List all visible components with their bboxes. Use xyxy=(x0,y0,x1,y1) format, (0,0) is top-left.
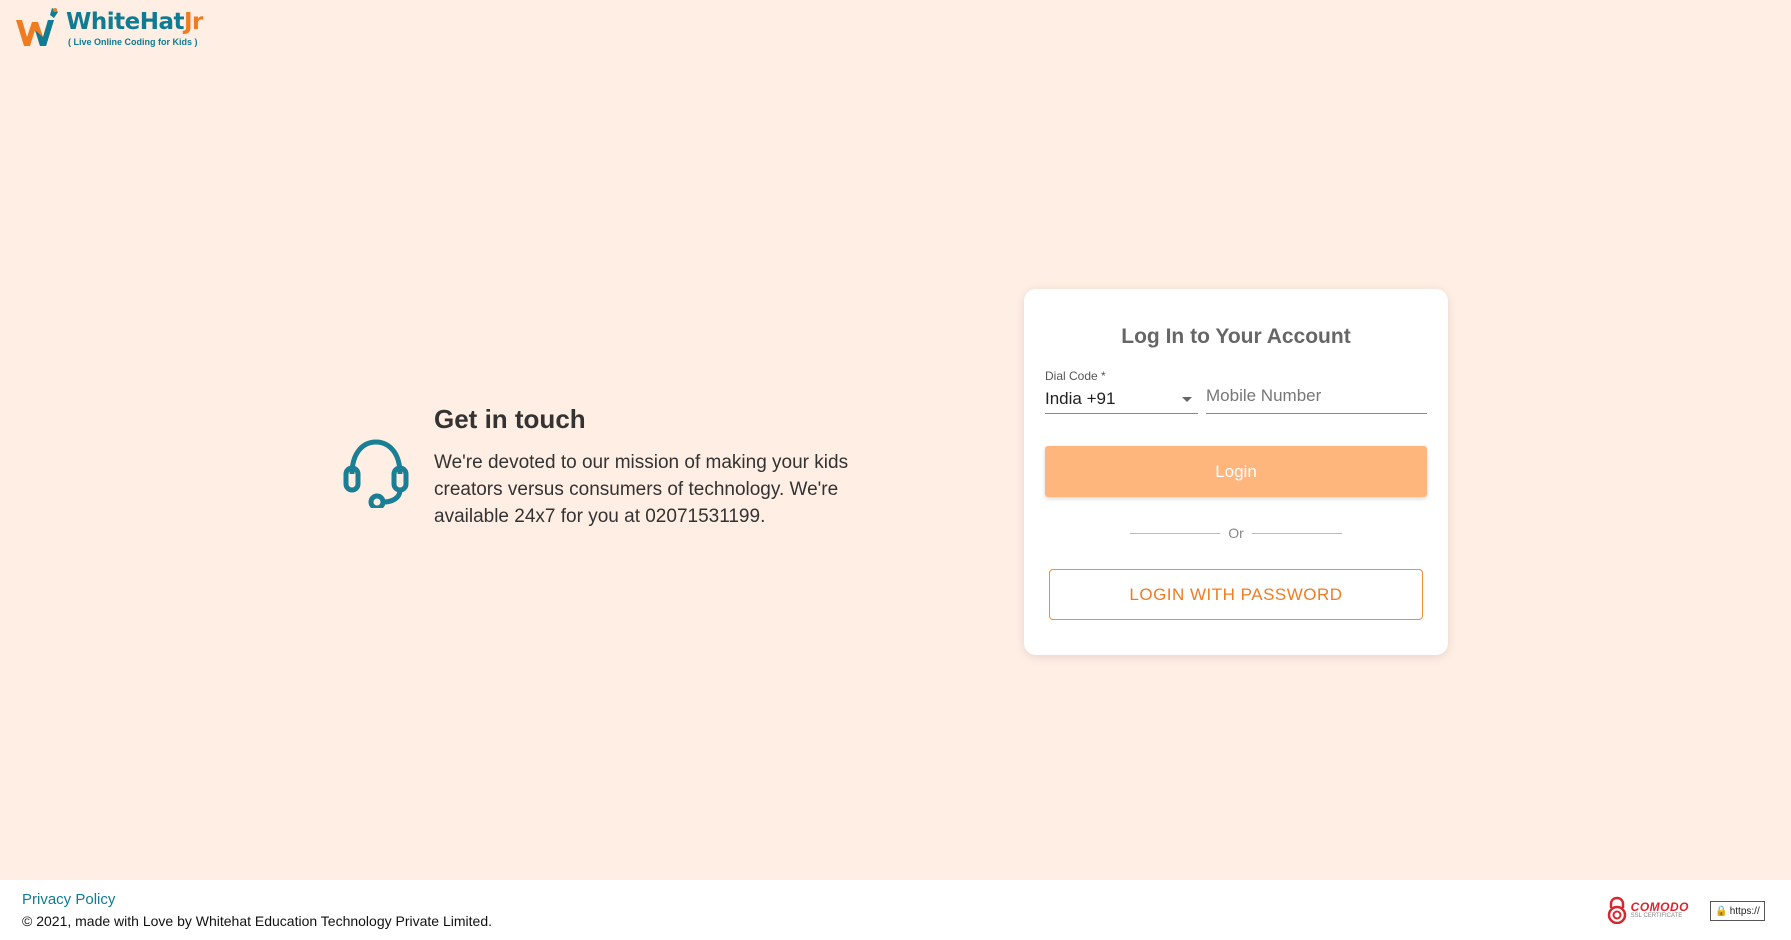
login-card: Log In to Your Account Dial Code * India… xyxy=(1024,289,1448,655)
comodo-name: COMODO xyxy=(1630,900,1689,914)
https-badge: 🔒 https:// xyxy=(1710,901,1765,921)
dial-code-select[interactable]: Dial Code * India +91 xyxy=(1045,369,1198,414)
brand-tagline: ( Live Online Coding for Kids ) xyxy=(68,37,198,47)
contact-section: Get in touch We're devoted to our missio… xyxy=(342,404,894,530)
brand-name: WhiteHatJr xyxy=(66,9,203,35)
comodo-subtitle: SSL CERTIFICATE xyxy=(1630,913,1683,919)
divider-line-left xyxy=(1130,532,1221,534)
or-text: Or xyxy=(1228,525,1244,541)
login-with-password-button[interactable]: LOGIN WITH PASSWORD xyxy=(1049,569,1423,620)
dial-code-label: Dial Code * xyxy=(1045,369,1106,383)
contact-description: We're devoted to our mission of making y… xyxy=(434,452,849,527)
privacy-policy-link[interactable]: Privacy Policy xyxy=(22,891,1791,908)
contact-title: Get in touch xyxy=(434,404,586,434)
divider-line-right xyxy=(1251,532,1342,534)
phone-input-row: Dial Code * India +91 xyxy=(1045,369,1427,414)
login-card-title: Log In to Your Account xyxy=(1121,325,1351,348)
footer: Privacy Policy © 2021, made with Love by… xyxy=(0,880,1791,940)
login-button[interactable]: Login xyxy=(1045,446,1427,497)
copyright-text: © 2021, made with Love by Whitehat Educa… xyxy=(22,913,492,929)
mobile-number-input[interactable] xyxy=(1206,384,1427,414)
headset-icon xyxy=(343,439,409,508)
dial-code-value: India +91 xyxy=(1045,389,1116,408)
chevron-down-icon[interactable] xyxy=(1182,397,1192,402)
lock-icon: 🔒 xyxy=(1715,905,1728,917)
comodo-ssl-badge: COMODO SSL CERTIFICATE xyxy=(1606,896,1689,924)
or-divider: Or xyxy=(1045,525,1427,541)
brand-logo[interactable]: WhiteHatJr ( Live Online Coding for Kids… xyxy=(14,6,203,52)
https-text: https:// xyxy=(1729,905,1760,917)
rocket-w-logo-icon xyxy=(16,8,58,46)
comodo-lock-icon xyxy=(1607,896,1626,924)
